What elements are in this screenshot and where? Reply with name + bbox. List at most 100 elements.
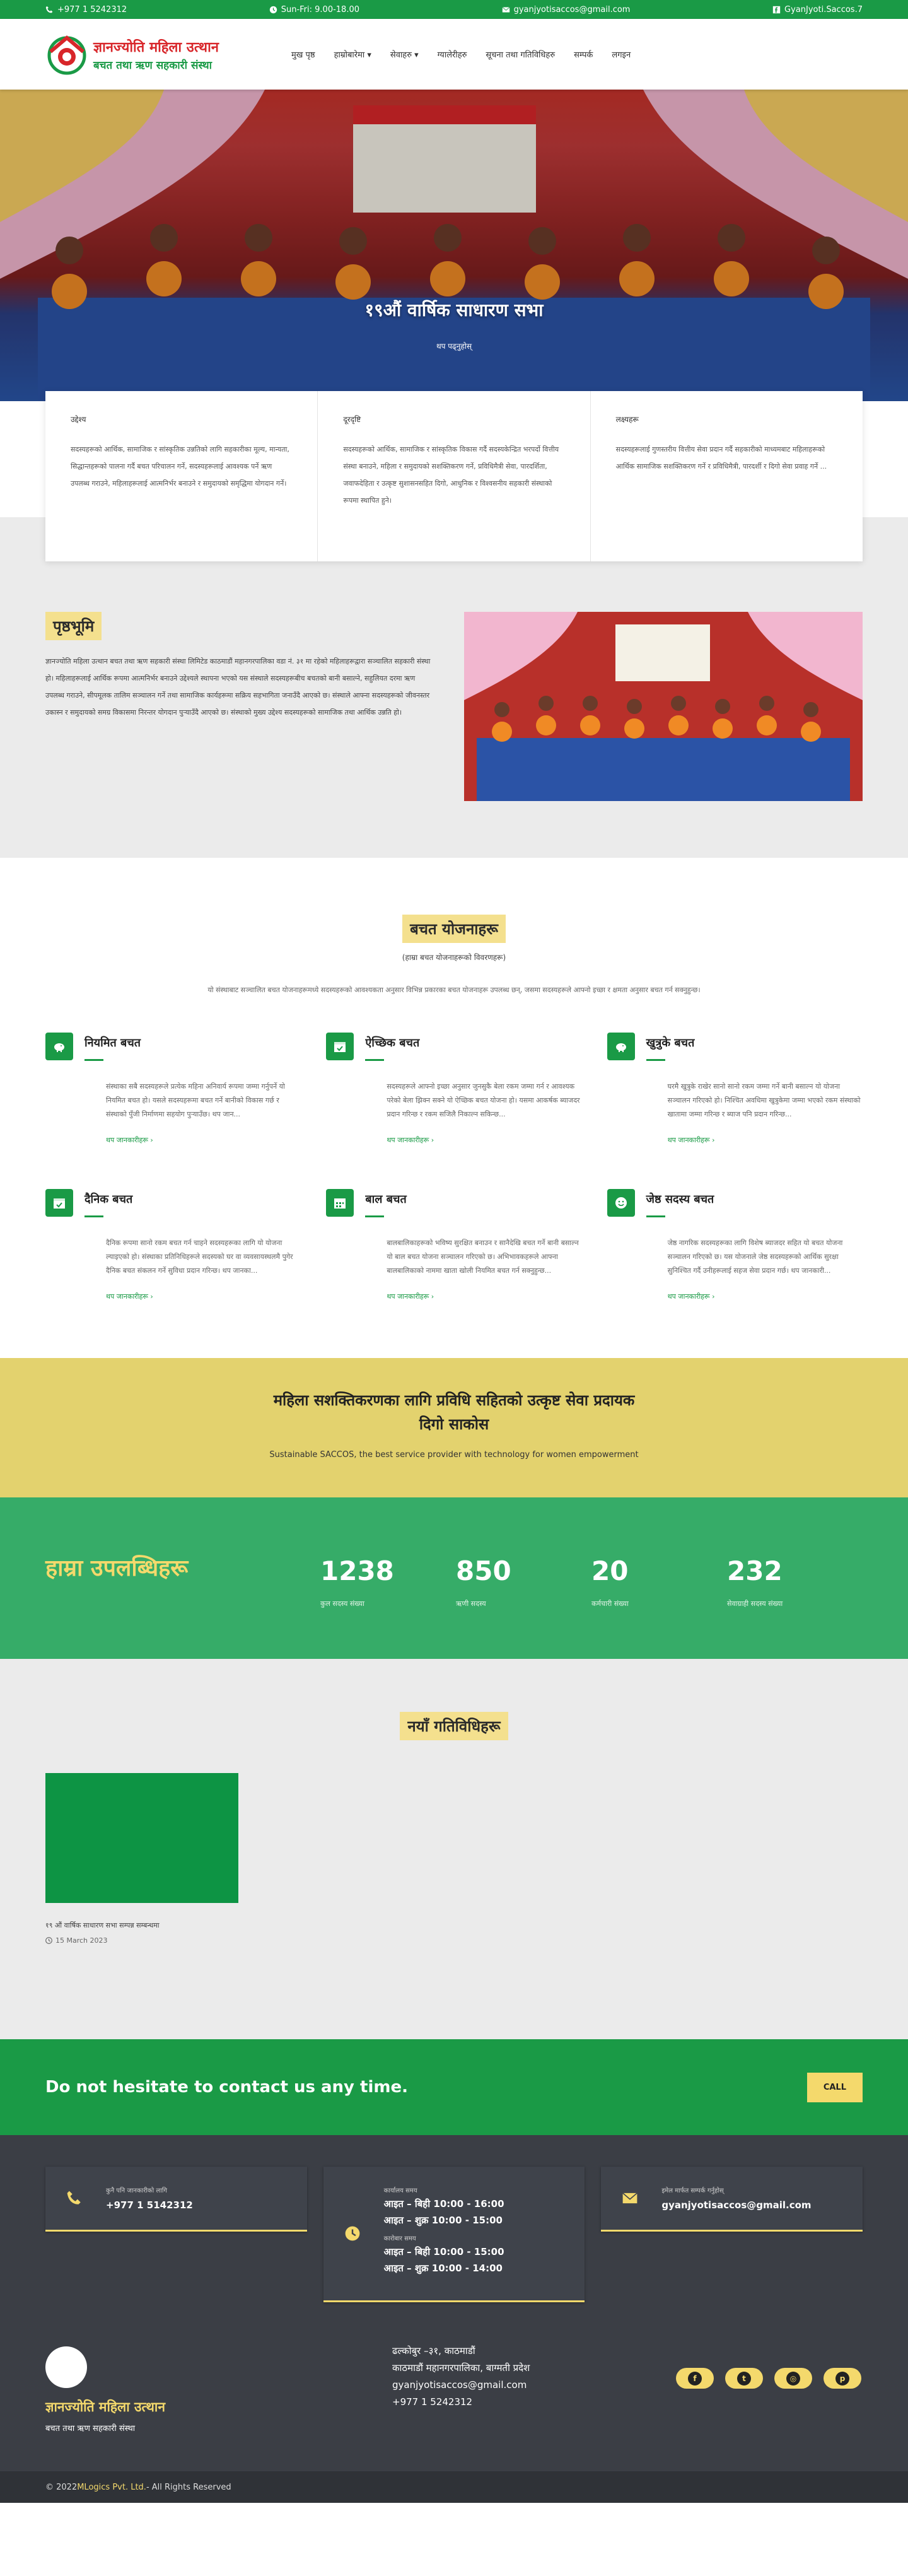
email-label: इमेल मार्फत सम्पर्क गर्नुहोस्: [661, 2187, 724, 2194]
site-logo[interactable]: ज्ञानज्योति महिला उत्थान बचत तथा ऋण सहका…: [45, 33, 279, 76]
plan-underline: [646, 1215, 665, 1217]
topbar-facebook-text: GyanJyoti.Saccos.7: [784, 4, 863, 15]
hero-read-more[interactable]: थप पढ्नुहोस्: [252, 341, 656, 351]
top-bar: +977 1 5242312 Sun-Fri: 9.00-18.00 gyanj…: [0, 0, 908, 19]
topbar-hours: Sun-Fri: 9.00-18.00: [269, 5, 359, 15]
stat-value: 850: [456, 1555, 511, 1586]
savings-subtitle: (हाम्रा बचत योजनाहरूको विवरणहरू): [402, 953, 506, 962]
nav-about[interactable]: हाम्रोबारेमा ▾: [334, 49, 371, 60]
plan-more-link[interactable]: थप जानकारीहरू ›: [387, 1292, 581, 1301]
transaction-hours-line1: आइत – बिही 10:00 - 15:00: [383, 2246, 504, 2257]
stat-members: 1238 कुल सदस्य संख्या: [320, 1555, 456, 1608]
copyright-suffix: - All Rights Reserved: [146, 2482, 231, 2492]
plan-underline: [365, 1215, 385, 1217]
envelope-icon: [502, 6, 510, 13]
activity-title[interactable]: १९ औं वार्षिक साधारण सभा सम्पन्न सम्बन्ध…: [45, 1921, 238, 1930]
pinterest-icon: p: [835, 2371, 849, 2386]
footer-email-box[interactable]: इमेल मार्फत सम्पर्क गर्नुहोस् gyanjyotis…: [601, 2167, 863, 2232]
nav-contact[interactable]: सम्पर्क: [574, 49, 593, 60]
savings-plan-grid: नियमित बचत संस्थाका सबै सदस्यहरूले प्रत्…: [45, 1033, 863, 1301]
plan-more-link[interactable]: थप जानकारीहरू ›: [106, 1135, 301, 1145]
office-hours-label: कार्यालय समय: [383, 2187, 417, 2194]
copyright-bar: © 2022 MLogics Pvt. Ltd. - All Rights Re…: [0, 2471, 908, 2503]
savings-description: यो संस्थाबाट सञ्चालित बचत योजनाहरूमध्ये …: [207, 986, 701, 994]
hero-caption: १९औं वार्षिक साधारण सभा थप पढ्नुहोस्: [252, 298, 656, 351]
instagram-icon: ◎: [786, 2371, 800, 2386]
plan-underline: [84, 1059, 103, 1061]
calendar-check-icon: [326, 1033, 354, 1060]
stat-value: 1238: [320, 1555, 394, 1586]
stat-label: कर्मचारी संख्या: [591, 1600, 629, 1608]
navbar: ज्ञानज्योति महिला उत्थान बचत तथा ऋण सहका…: [0, 19, 908, 90]
nav-login[interactable]: लगइन: [612, 49, 631, 60]
footer: कुनै पनि जानकारीको लागि +977 1 5142312 क…: [0, 2135, 908, 2471]
stat-clients: 232 सेवाग्राही सदस्य संख्या: [727, 1555, 863, 1608]
plan-title: बाल बचत: [365, 1193, 407, 1206]
mission-banner: महिला सशक्तिकरणका लागि प्रविधि सहितको उत…: [0, 1358, 908, 1497]
plan-more-link[interactable]: थप जानकारीहरू ›: [387, 1135, 581, 1145]
savings-title: बचत योजनाहरू: [402, 915, 506, 943]
nav-home[interactable]: मुख पृष्ठ: [291, 49, 315, 60]
twitter-button[interactable]: t: [725, 2368, 763, 2389]
facebook-button[interactable]: f: [676, 2368, 714, 2389]
plan-card: जेष्ठ सदस्य बचत जेष्ठ नागरिक सदस्यहरूका …: [607, 1189, 863, 1301]
topbar-email[interactable]: gyanjyotisaccos@gmail.com: [502, 4, 631, 15]
footer-brand-name: ज्ञानज्योति महिला उत्थान: [45, 2399, 165, 2415]
nav-notices[interactable]: सूचना तथा गतिविधिहरु: [486, 49, 555, 60]
activity-card[interactable]: १९ औं वार्षिक साधारण सभा सम्पन्न सम्बन्ध…: [45, 1773, 238, 1945]
activity-thumbnail[interactable]: [45, 1773, 238, 1903]
instagram-button[interactable]: ◎: [774, 2368, 812, 2389]
stat-value: 20: [591, 1555, 629, 1586]
nav-gallery[interactable]: ग्यालेरीहरु: [438, 49, 467, 60]
topbar-phone[interactable]: +977 1 5242312: [45, 5, 127, 15]
stat-label: कुल सदस्य संख्या: [320, 1600, 364, 1608]
copyright-prefix: © 2022: [45, 2482, 78, 2492]
plan-text: संस्थाका सबै सदस्यहरूले प्रत्येक महिना अ…: [106, 1082, 285, 1118]
envelope-icon: [622, 2193, 638, 2204]
clock-icon: [45, 1937, 52, 1944]
background-title: पृष्ठभूमि: [45, 612, 102, 640]
social-links: f t ◎ p: [676, 2368, 861, 2389]
activity-date: 15 March 2023: [45, 1936, 238, 1945]
hero-slider[interactable]: १९औं वार्षिक साधारण सभा थप पढ्नुहोस्: [0, 90, 908, 401]
email-value: gyanjyotisaccos@gmail.com: [661, 2199, 812, 2211]
footer-logo[interactable]: [45, 2346, 87, 2388]
hero-title: १९औं वार्षिक साधारण सभा: [364, 300, 544, 320]
piggy-bank-icon: [607, 1033, 635, 1060]
logo-emblem-icon: [47, 35, 86, 75]
address-phone[interactable]: +977 1 5242312: [392, 2394, 676, 2411]
achievements-title: हाम्रा उपलब्धिहरू: [45, 1555, 189, 1581]
plan-card: खुत्रुके बचत घरमै खुत्रुके राखेर सानो सा…: [607, 1033, 863, 1145]
pinterest-button[interactable]: p: [824, 2368, 861, 2389]
plan-title: खुत्रुके बचत: [646, 1036, 695, 1050]
call-button[interactable]: CALL: [806, 2072, 863, 2102]
phone-label: कुनै पनि जानकारीको लागि: [106, 2187, 167, 2194]
transaction-hours-label: कारोबार समय: [383, 2235, 416, 2242]
activities-section: नयाँ गतिविधिहरू १९ औं वार्षिक साधारण सभा…: [0, 1659, 908, 2039]
card-title: दूरदृष्टि: [343, 415, 361, 424]
plan-more-link[interactable]: थप जानकारीहरू ›: [668, 1292, 863, 1301]
feature-cards: उद्देश्य सदस्यहरूको आर्थिक, सामाजिक र सा…: [0, 391, 908, 561]
card-goals: लक्ष्यहरू सदस्यहरूलाई गुणस्तरीय वित्तीय …: [591, 391, 863, 561]
plan-title: नियमित बचत: [84, 1036, 141, 1050]
office-hours-line2: आइत – शुक्र 10:00 - 15:00: [383, 2215, 503, 2226]
address-line: काठमाडौं महानगरपालिका, बाग्मती प्रदेश: [392, 2362, 530, 2374]
nav-services[interactable]: सेवाहरु ▾: [390, 49, 419, 60]
plan-underline: [365, 1059, 385, 1061]
background-text: ज्ञानज्योति महिला उत्थान बचत तथा ऋण सहका…: [45, 657, 431, 717]
plan-card: दैनिक बचत दैनिक रूपमा सानो रकम बचत गर्न …: [45, 1189, 301, 1301]
plan-more-link[interactable]: थप जानकारीहरू ›: [668, 1135, 863, 1145]
plan-card: बाल बचत बालबालिकाहरूको भविष्य सुरक्षित ब…: [326, 1189, 581, 1301]
topbar-facebook[interactable]: GyanJyoti.Saccos.7: [772, 5, 863, 15]
card-text: सदस्यहरूको आर्थिक, सामाजिक र सांस्कृतिक …: [343, 445, 559, 505]
card-text: सदस्यहरूलाई गुणस्तरीय वित्तीय सेवा प्रदा…: [615, 445, 827, 471]
plan-more-link[interactable]: थप जानकारीहरू ›: [106, 1292, 301, 1301]
topbar-email-text: gyanjyotisaccos@gmail.com: [513, 4, 631, 15]
plan-card: ऐच्छिक बचत सदस्यहरूले आफ्नो इच्छा अनुसार…: [326, 1033, 581, 1145]
address-email[interactable]: gyanjyotisaccos@gmail.com: [392, 2377, 676, 2394]
plan-text: जेष्ठ नागरिक सदस्यहरूका लागि विशेष ब्याज…: [667, 1239, 843, 1275]
stat-borrowers: 850 ऋणी सदस्य: [456, 1555, 591, 1608]
copyright-company-link[interactable]: MLogics Pvt. Ltd.: [77, 2483, 146, 2492]
card-text: सदस्यहरूको आर्थिक, सामाजिक र सांस्कृतिक …: [71, 445, 289, 488]
footer-phone-box[interactable]: कुनै पनि जानकारीको लागि +977 1 5142312: [45, 2167, 307, 2232]
